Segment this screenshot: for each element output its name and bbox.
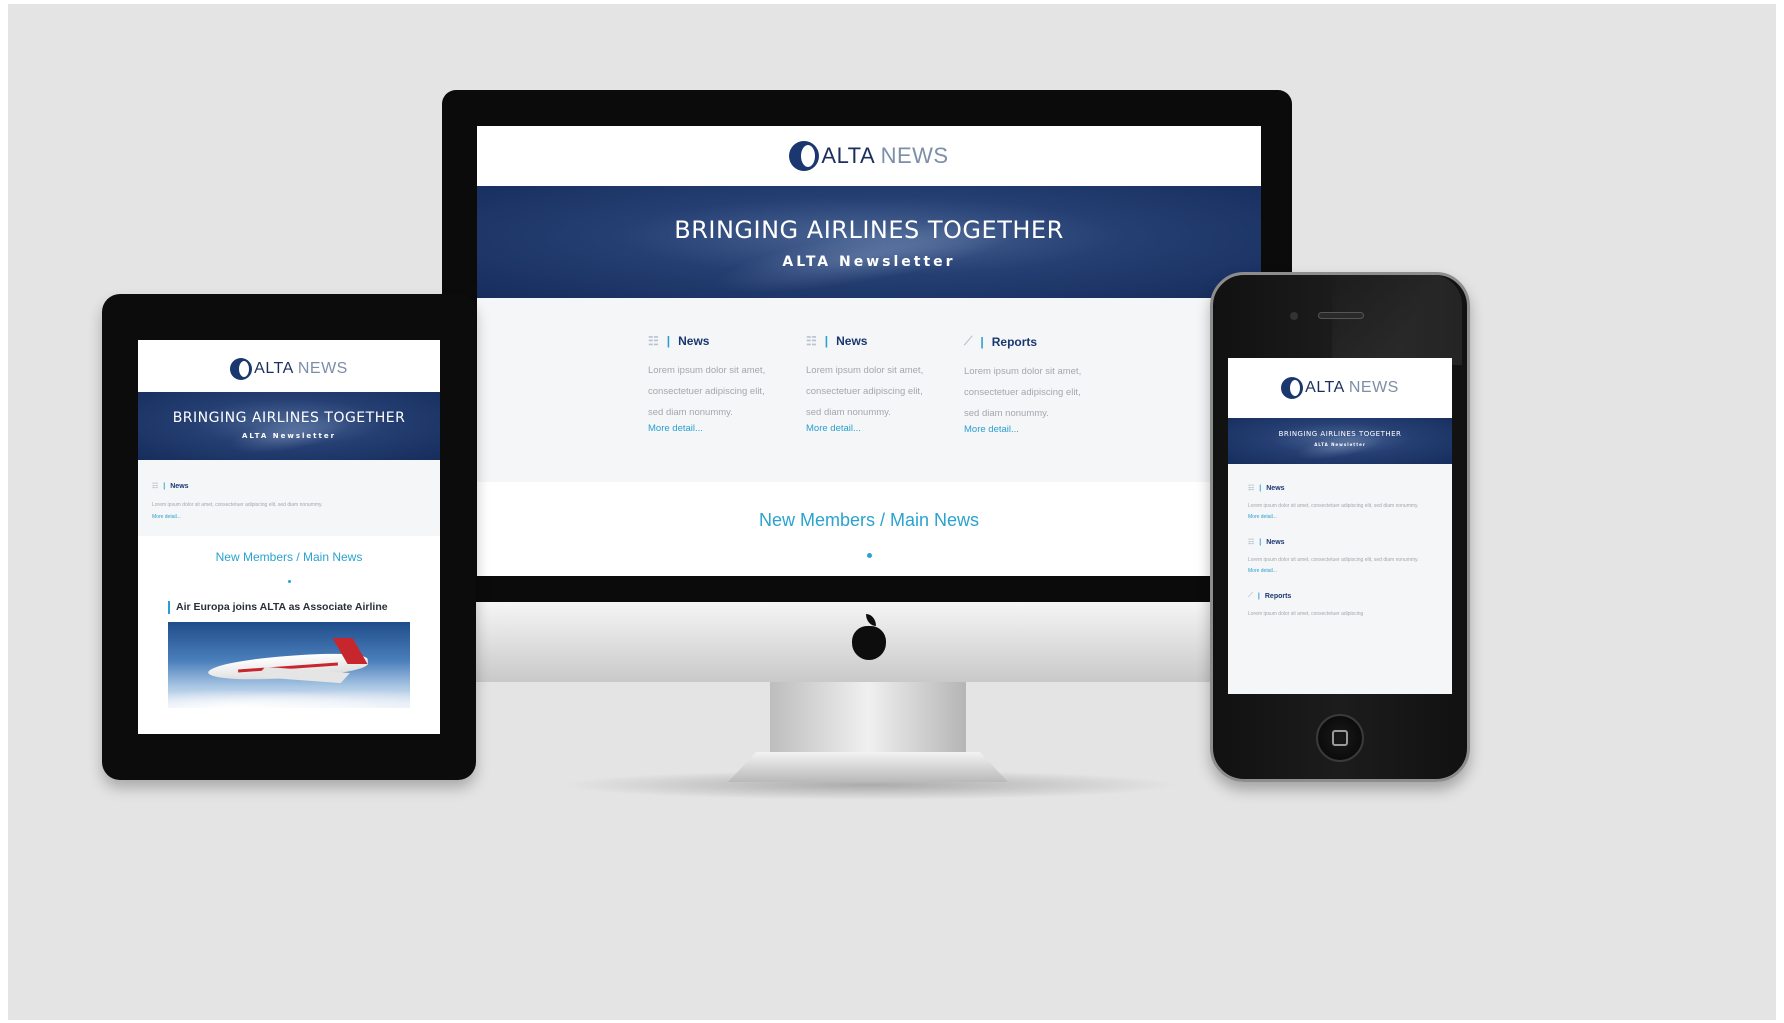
list-icon: ☷ — [806, 334, 817, 348]
desktop-banner: BRINGING AIRLINES TOGETHER ALTA Newslett… — [477, 186, 1261, 298]
imac-stand-foot — [728, 752, 1008, 782]
logo-brand: ALTA — [254, 360, 293, 377]
logo-brand: ALTA — [1305, 379, 1344, 396]
news-text: Lorem ipsum dolor sit amet, consectetuer… — [152, 502, 323, 508]
phone-glare — [1332, 275, 1462, 365]
column-text: Lorem ipsum dolor sit amet, consectetuer… — [806, 365, 924, 418]
phone-screen: ALTA NEWS BRINGING AIRLINES TOGETHER ALT… — [1228, 358, 1452, 694]
column-text: Lorem ipsum dolor sit amet, consectetuer… — [964, 366, 1082, 419]
tablet-article: Air Europa joins ALTA as Associate Airli… — [138, 583, 440, 708]
phone-sections: ☷ | News Lorem ipsum dolor sit amet, conse… — [1228, 464, 1452, 694]
column-text: Lorem ipsum dolor sit amet, consectetuer… — [648, 365, 766, 418]
divider-bar: | — [1259, 538, 1262, 546]
banner-subtitle: ALTA Newsletter — [782, 254, 956, 270]
desktop-logo[interactable]: ALTA NEWS — [477, 126, 1261, 186]
divider-bar: | — [163, 482, 166, 490]
imac-stand-neck — [770, 682, 966, 752]
list-icon: ☷ — [1248, 485, 1255, 492]
airplane-photo[interactable] — [168, 622, 410, 708]
desktop-columns: ☷ | News Lorem ipsum dolor sit amet, conse… — [477, 298, 1261, 482]
news-heading: News — [170, 482, 189, 490]
divider-bar: | — [1259, 484, 1262, 492]
list-icon: ☷ — [648, 334, 659, 348]
column-heading: Reports — [991, 334, 1038, 349]
tablet-news-block: ☷ | News Lorem ipsum dolor sit amet, conse… — [138, 460, 440, 536]
divider-bar: | — [666, 334, 671, 348]
banner-title: BRINGING AIRLINES TOGETHER — [172, 410, 406, 426]
chart-icon: ⟋ — [964, 334, 973, 348]
home-square-icon — [1332, 730, 1348, 746]
article-title[interactable]: Air Europa joins ALTA as Associate Airli… — [168, 601, 410, 614]
logo-suffix: NEWS — [292, 360, 348, 377]
section-text: Lorem ipsum dolor sit amet, consectetuer… — [1248, 557, 1419, 563]
column-news-1: ☷ | News Lorem ipsum dolor sit amet, conse… — [648, 334, 774, 482]
tablet-logo[interactable]: ALTA NEWS — [138, 346, 440, 392]
more-detail-link[interactable]: More detail... — [1248, 514, 1432, 520]
phone-reports: ⟋ | Reports Lorem ipsum dolor sit amet, co… — [1248, 592, 1432, 622]
banner-subtitle: ALTA Newsletter — [241, 432, 337, 440]
column-heading: News — [836, 334, 868, 348]
list-icon: ☷ — [152, 483, 159, 490]
logo-brand: ALTA — [821, 143, 874, 168]
divider-bar: | — [1257, 592, 1260, 600]
phone-logo[interactable]: ALTA NEWS — [1228, 358, 1452, 418]
more-detail-link[interactable]: More detail... — [964, 424, 1090, 435]
main-section-title: New Members / Main News — [758, 510, 980, 530]
camera-icon — [1290, 312, 1298, 320]
more-detail-link[interactable]: More detail... — [648, 423, 774, 434]
banner-subtitle: ALTA Newsletter — [1314, 442, 1366, 447]
banner-title: BRINGING AIRLINES TOGETHER — [1278, 430, 1402, 438]
section-heading: News — [1266, 538, 1285, 546]
alta-logo-icon — [789, 141, 820, 171]
tablet-banner: BRINGING AIRLINES TOGETHER ALTA Newslett… — [138, 392, 440, 460]
divider-bar: | — [980, 334, 984, 349]
speaker-grille — [1318, 312, 1364, 319]
chart-icon: ⟋ — [1248, 592, 1253, 599]
column-heading: News — [678, 334, 710, 348]
section-heading: News — [1266, 484, 1285, 492]
main-section-title: New Members / Main News — [215, 550, 363, 564]
section-text: Lorem ipsum dolor sit amet, consectetuer… — [1248, 611, 1364, 617]
logo-suffix: NEWS — [873, 143, 949, 168]
section-heading: Reports — [1264, 592, 1292, 600]
desktop-screen: ALTA NEWS BRINGING AIRLINES TOGETHER ALT… — [477, 126, 1261, 576]
section-dot — [866, 553, 872, 558]
list-icon: ☷ — [1248, 539, 1255, 546]
phone-news-2: ☷ | News Lorem ipsum dolor sit amet, conse… — [1248, 538, 1432, 575]
phone-news-1: ☷ | News Lorem ipsum dolor sit amet, conse… — [1248, 484, 1432, 521]
divider-bar: | — [824, 334, 829, 348]
column-reports: ⟋ | Reports Lorem ipsum dolor sit amet, co… — [964, 334, 1090, 482]
logo-suffix: NEWS — [1343, 379, 1399, 396]
alta-logo-icon — [230, 358, 253, 380]
section-text: Lorem ipsum dolor sit amet, consectetuer… — [1248, 503, 1419, 509]
more-detail-link[interactable]: More detail... — [152, 514, 426, 520]
phone-banner: BRINGING AIRLINES TOGETHER ALTA Newslett… — [1228, 418, 1452, 464]
tablet-screen: ALTA NEWS BRINGING AIRLINES TOGETHER ALT… — [138, 340, 440, 734]
apple-logo-icon — [852, 626, 886, 660]
column-news-2: ☷ | News Lorem ipsum dolor sit amet, conse… — [806, 334, 932, 482]
more-detail-link[interactable]: More detail... — [806, 423, 932, 434]
alta-logo-icon — [1281, 377, 1304, 399]
banner-title: BRINGING AIRLINES TOGETHER — [674, 216, 1064, 244]
more-detail-link[interactable]: More detail... — [1248, 568, 1432, 574]
